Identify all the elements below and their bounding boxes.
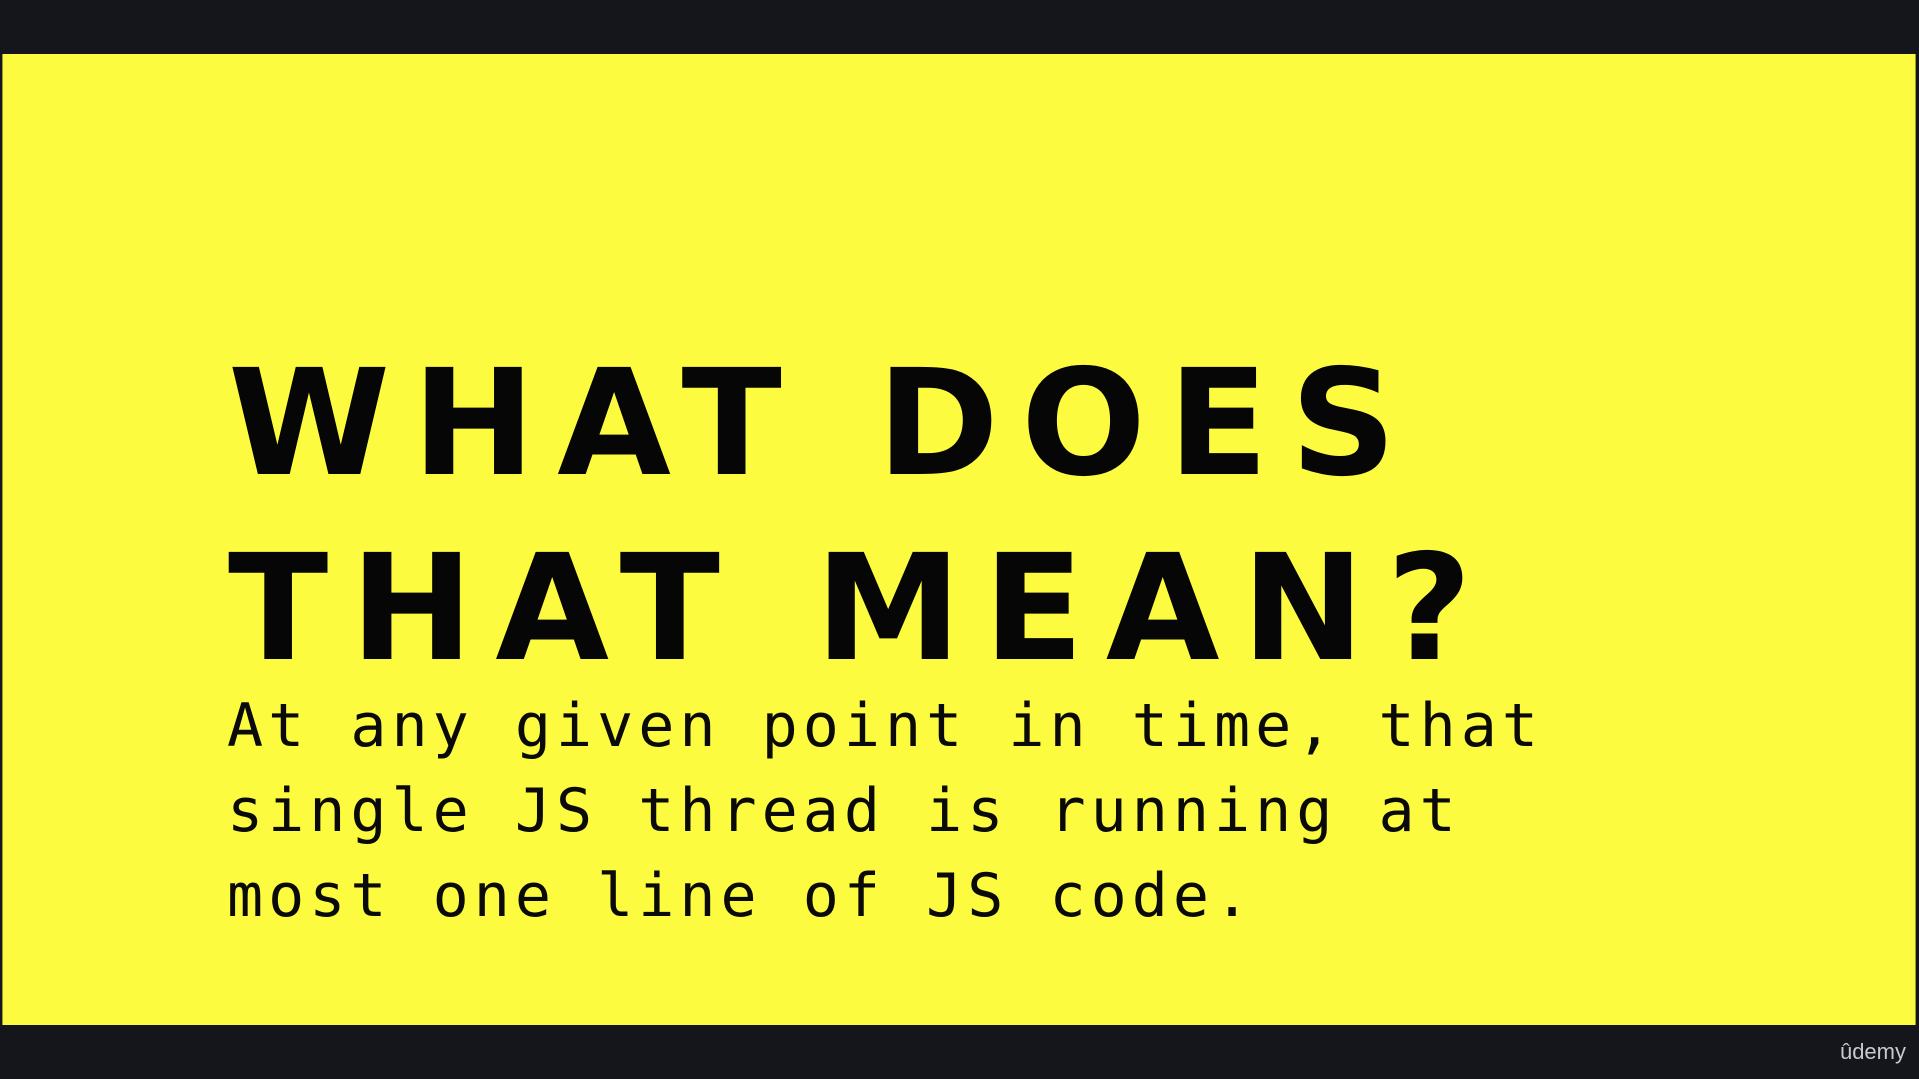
video-player-frame: WHAT DOES THAT MEAN? At any given point … xyxy=(0,0,1919,1079)
slide-body-text: At any given point in time, that single … xyxy=(227,684,1543,939)
slide-heading-line-1: WHAT DOES xyxy=(228,338,1419,509)
udemy-logo: ûdemy xyxy=(1839,1039,1906,1064)
presentation-slide: WHAT DOES THAT MEAN? At any given point … xyxy=(2,54,1916,1025)
slide-body-line-2: single JS thread is running at xyxy=(227,776,1461,846)
slide-body-line-1: At any given point in time, that xyxy=(227,691,1543,761)
slide-body-line-3: most one line of JS code. xyxy=(227,861,1256,931)
slide-heading: WHAT DOES THAT MEAN? xyxy=(228,331,1494,701)
slide-heading-line-2: THAT MEAN? xyxy=(228,523,1494,694)
